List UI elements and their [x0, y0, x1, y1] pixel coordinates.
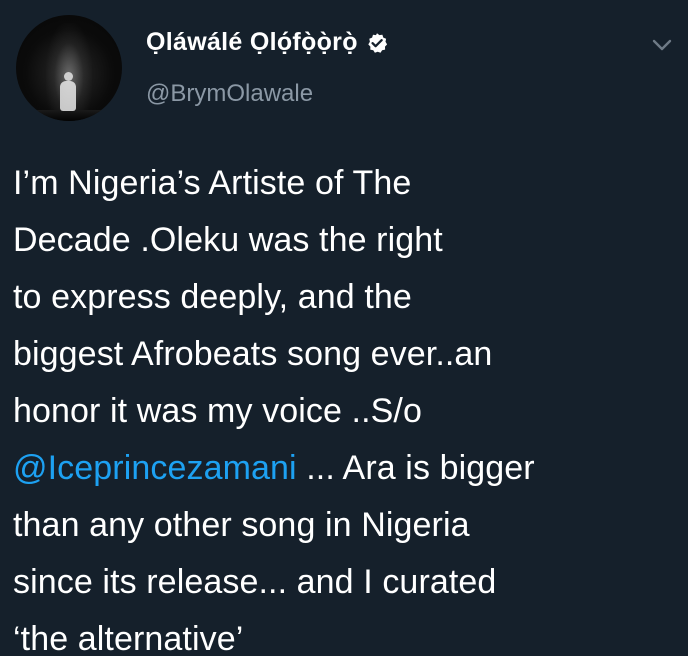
avatar-figure-head [64, 72, 73, 81]
tweet-line: than any other song in Nigeria [13, 506, 470, 544]
tweet-card[interactable]: Ọláwálé Ọlọ́fọ̀ọ̀rọ̀ @BrymOlawale I’m Ni… [0, 0, 688, 656]
verified-badge-icon [366, 32, 388, 54]
avatar-floor [16, 110, 122, 121]
avatar-figure [60, 81, 76, 111]
tweet-line: biggest Afrobeats song ever..an [13, 335, 493, 373]
mention-link[interactable]: @Iceprincezamani [13, 449, 297, 487]
tweet-line-with-mention: @Iceprincezamani ... Ara is bigger [13, 440, 678, 497]
chevron-down-icon[interactable] [652, 38, 672, 52]
avatar[interactable] [16, 15, 122, 121]
tweet-line: I’m Nigeria’s Artiste of The [13, 164, 412, 202]
tweet-line: since its release... and I curated [13, 563, 497, 601]
tweet-line: to express deeply, and the [13, 278, 412, 316]
tweet-text: I’m Nigeria’s Artiste of The Decade .Ole… [13, 155, 678, 656]
tweet-line: ‘the alternative’ [13, 620, 244, 656]
tweet-line: honor it was my voice ..S/o [13, 392, 422, 430]
tweet-line: Decade .Oleku was the right [13, 221, 443, 259]
tweet-line-rest: ... Ara is bigger [296, 449, 535, 487]
user-handle[interactable]: @BrymOlawale [146, 80, 313, 108]
display-name[interactable]: Ọláwálé Ọlọ́fọ̀ọ̀rọ̀ [146, 28, 358, 57]
user-name-row[interactable]: Ọláwálé Ọlọ́fọ̀ọ̀rọ̀ [146, 28, 388, 57]
